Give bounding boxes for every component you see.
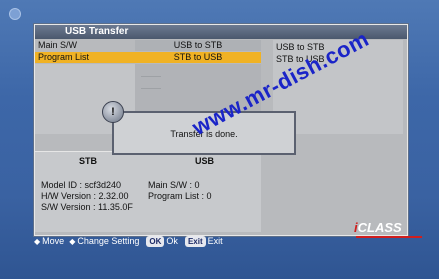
logo-underline: [356, 236, 422, 238]
usb-header: USB: [195, 156, 215, 166]
usb-program-list: Program List : 0: [148, 191, 212, 201]
hw-version: H/W Version : 2.32.00: [41, 191, 129, 201]
arrow-leftright-icon: ◆: [69, 237, 76, 246]
help-exit: Exit: [207, 236, 223, 246]
logo-name: CLASS: [357, 220, 402, 235]
arrow-updown-icon: ◆: [34, 237, 41, 246]
divider: [141, 76, 161, 77]
exit-key-icon[interactable]: Exit: [184, 236, 206, 247]
info-panel: STB USB Model ID : scf3d240 H/W Version …: [35, 151, 261, 232]
usb-main-sw: Main S/W : 0: [148, 180, 200, 190]
menu-row-label: Main S/W: [38, 40, 78, 50]
info-icon: !: [102, 101, 124, 123]
help-move: Move: [42, 236, 65, 246]
bezel-indicator: [9, 8, 21, 20]
help-change-setting: Change Setting: [77, 236, 140, 246]
sw-version: S/W Version : 11.35.0F: [41, 202, 133, 212]
help-bar: ◆ Move ◆ Change Setting OK Ok Exit Exit: [34, 236, 334, 247]
divider: [141, 88, 161, 89]
menu-row-label: Program List: [38, 52, 90, 62]
menu-row-value[interactable]: STB to USB: [135, 52, 261, 63]
ok-key-icon[interactable]: OK: [146, 236, 165, 247]
model-id: Model ID : scf3d240: [41, 180, 122, 190]
help-ok: Ok: [166, 236, 178, 246]
stb-header: STB: [79, 156, 97, 166]
menu-row-value[interactable]: USB to STB: [135, 40, 261, 51]
menu-row-program-list[interactable]: Program List STB to USB: [35, 52, 261, 63]
menu-row-main-sw[interactable]: Main S/W USB to STB: [35, 40, 261, 51]
